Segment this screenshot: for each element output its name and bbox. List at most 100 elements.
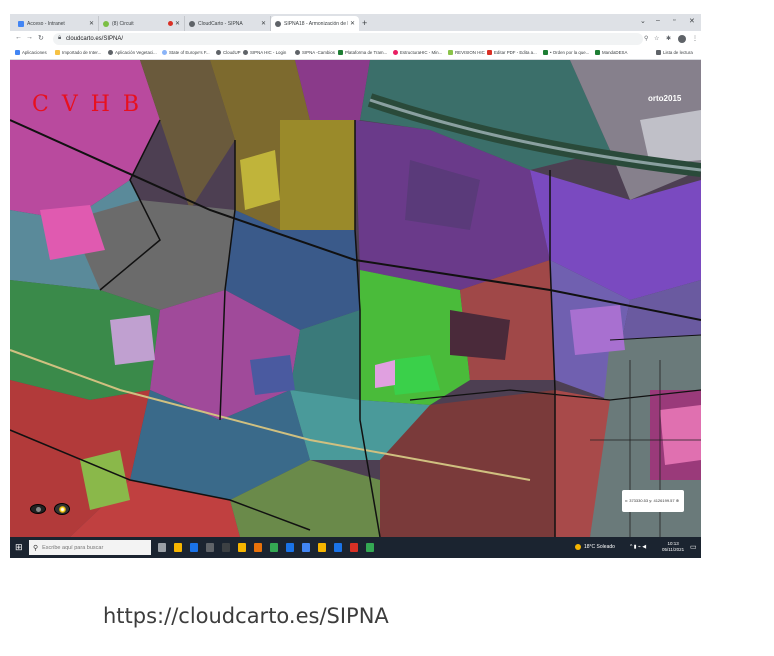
more-menu-icon[interactable]: ⋮ <box>692 35 698 42</box>
taskbar-app-icon[interactable] <box>270 543 278 552</box>
pdf-icon <box>487 50 492 55</box>
tab-label: SIPNA18 - Armonización de bib <box>284 20 348 27</box>
close-icon[interactable]: ✕ <box>261 20 266 27</box>
close-window-button[interactable]: ✕ <box>689 17 695 25</box>
bookmark-item[interactable]: CloudUP <box>216 50 241 55</box>
bookmark-label: SIPNA -Cambios <box>302 50 335 55</box>
close-icon[interactable]: ✕ <box>350 20 355 27</box>
bookmark-item[interactable]: REVISION HIC <box>448 50 485 55</box>
reload-icon[interactable]: ↻ <box>38 34 44 42</box>
taskbar-app-icon[interactable] <box>254 543 262 552</box>
bookmark-item[interactable]: Plataforma de Tram... <box>338 50 387 55</box>
globe-icon <box>216 50 221 55</box>
screenshot-frame: Acceso - Intranet ✕ (8) Circuit ✕ CloudC… <box>10 14 701 558</box>
habitat-map-layer <box>10 60 701 537</box>
bookmark-item[interactable]: Importado de Inter... <box>55 50 101 55</box>
lock-icon[interactable]: 🔒︎ <box>58 35 61 42</box>
bookmark-apps[interactable]: Aplicaciones <box>15 50 47 55</box>
globe-icon <box>108 50 113 55</box>
taskbar-app-icon[interactable] <box>302 543 310 552</box>
reading-list[interactable]: Lista de lectura <box>656 50 693 55</box>
taskbar-app-icon[interactable] <box>158 543 166 552</box>
bookmark-label: • Orden por la que... <box>550 50 590 55</box>
url-text[interactable]: cloudcarto.es/SIPNA/ <box>66 36 123 42</box>
bookmark-item[interactable]: Editar PDF - Edita a... <box>487 50 537 55</box>
bookmarks-bar: Aplicaciones Importado de Inter... Aplic… <box>10 47 701 60</box>
omnibox[interactable]: 🔒︎ cloudcarto.es/SIPNA/ <box>53 33 643 45</box>
maximize-button[interactable]: ▫ <box>673 17 675 24</box>
search-icon: ⚲ <box>33 544 39 552</box>
bookmark-item[interactable]: MandaDESA <box>595 50 627 55</box>
structure-icon <box>393 50 398 55</box>
tab-cloudcarto[interactable]: CloudCarto - SIPNA ✕ <box>185 16 271 31</box>
map-canvas[interactable]: C V H B orto2015 x: 373330.53 y: 4126199… <box>10 60 701 537</box>
globe-icon <box>162 50 167 55</box>
notification-icon[interactable]: ▭ <box>690 543 697 551</box>
taskbar-clock[interactable]: 10:13 05/11/2021 <box>662 541 684 553</box>
bookmark-label: Aplicaciones <box>22 50 47 55</box>
recording-indicator-icon <box>167 21 173 26</box>
bookmark-label: REVISION HIC <box>455 50 485 55</box>
globe-icon <box>295 50 300 55</box>
address-bar: ← → ↻ 🔒︎ cloudcarto.es/SIPNA/ ⚲ ☆ ✱ ⋮ <box>10 31 701 47</box>
new-tab-button[interactable]: + <box>362 18 367 28</box>
taskbar-app-icon[interactable] <box>366 543 374 552</box>
bookmark-label: EstructuraHIC - Min... <box>400 50 443 55</box>
forward-arrow-icon[interactable]: → <box>26 34 33 41</box>
intranet-favicon-icon <box>18 20 24 27</box>
taskbar-app-icon[interactable] <box>350 543 358 552</box>
weather-text: 18°C Soleado <box>584 544 615 550</box>
bookmark-label: SIPNA HIC - Login <box>250 50 287 55</box>
tab-circuit[interactable]: (8) Circuit ✕ <box>99 16 185 31</box>
bookmark-item[interactable]: SIPNA -Cambios <box>295 50 335 55</box>
tab-label: CloudCarto - SIPNA <box>198 20 243 27</box>
back-arrow-icon[interactable]: ← <box>15 34 22 41</box>
bookmark-item[interactable]: EstructuraHIC - Min... <box>393 50 442 55</box>
taskbar-app-icon[interactable] <box>222 543 230 552</box>
bookmark-label: Editar PDF - Edita a... <box>494 50 537 55</box>
tab-strip: Acceso - Intranet ✕ (8) Circuit ✕ CloudC… <box>10 14 701 31</box>
bookmark-label: CloudUP <box>223 50 241 55</box>
coordinates-readout: x: 373330.53 y: 4126199.57 ⊕ <box>622 490 684 512</box>
windows-taskbar: ⊞ ⚲ 18°C Soleado ^ ▮ ⌁ ◀ 10:13 05/11/202… <box>10 537 701 558</box>
taskbar-search-input[interactable] <box>42 544 143 551</box>
extensions-puzzle-icon[interactable]: ✱ <box>666 35 671 42</box>
tab-label: (8) Circuit <box>112 20 134 27</box>
tab-search-chevron-down-icon[interactable]: ⌄ <box>640 17 646 25</box>
taskbar-search[interactable]: ⚲ <box>29 540 151 555</box>
taskbar-app-icon[interactable] <box>318 543 326 552</box>
bookmark-label: Plataforma de Tram... <box>345 50 388 55</box>
bookmark-item[interactable]: • Orden por la que... <box>543 50 589 55</box>
globe-icon <box>275 20 281 27</box>
ortho-layer-label: orto2015 <box>648 94 682 103</box>
taskbar-app-icon[interactable] <box>206 543 214 552</box>
tab-sipna-active[interactable]: SIPNA18 - Armonización de bib ✕ <box>271 16 359 31</box>
taskbar-app-icon[interactable] <box>286 543 294 552</box>
weather-widget[interactable]: 18°C Soleado <box>575 544 615 550</box>
bookmark-item[interactable]: SIPNA HIC - Login <box>243 50 286 55</box>
close-icon[interactable]: ✕ <box>89 20 94 27</box>
bookmark-label: MandaDESA <box>602 50 628 55</box>
bookmark-item[interactable]: Aplicación Vegetaci... <box>108 50 157 55</box>
tab-intranet[interactable]: Acceso - Intranet ✕ <box>14 16 99 31</box>
taskbar-app-icon[interactable] <box>174 543 182 552</box>
apps-grid-icon <box>15 50 20 55</box>
eye-pupil <box>36 507 41 512</box>
taskbar-app-icon[interactable] <box>238 543 246 552</box>
profile-avatar[interactable] <box>678 35 686 43</box>
search-icon[interactable]: ⚲ <box>644 35 648 42</box>
layer-opacity-eye-icon[interactable] <box>54 503 70 515</box>
windows-start-icon[interactable]: ⊞ <box>15 542 23 553</box>
taskbar-app-icon[interactable] <box>190 543 198 552</box>
bookmark-item[interactable]: State of Europe's F... <box>162 50 210 55</box>
circuit-favicon-icon <box>103 20 109 27</box>
bookmark-label: Aplicación Vegetaci... <box>115 50 157 55</box>
layer-visibility-eye-icon[interactable] <box>30 504 46 514</box>
close-icon[interactable]: ✕ <box>175 20 180 27</box>
minimize-button[interactable]: – <box>656 17 660 24</box>
taskbar-app-icon[interactable] <box>334 543 342 552</box>
system-tray[interactable]: ^ ▮ ⌁ ◀ <box>630 544 646 550</box>
page-caption-url[interactable]: https://cloudcarto.es/SIPNA <box>103 604 389 628</box>
bookmark-star-icon[interactable]: ☆ <box>654 35 659 42</box>
globe-icon <box>189 20 195 27</box>
